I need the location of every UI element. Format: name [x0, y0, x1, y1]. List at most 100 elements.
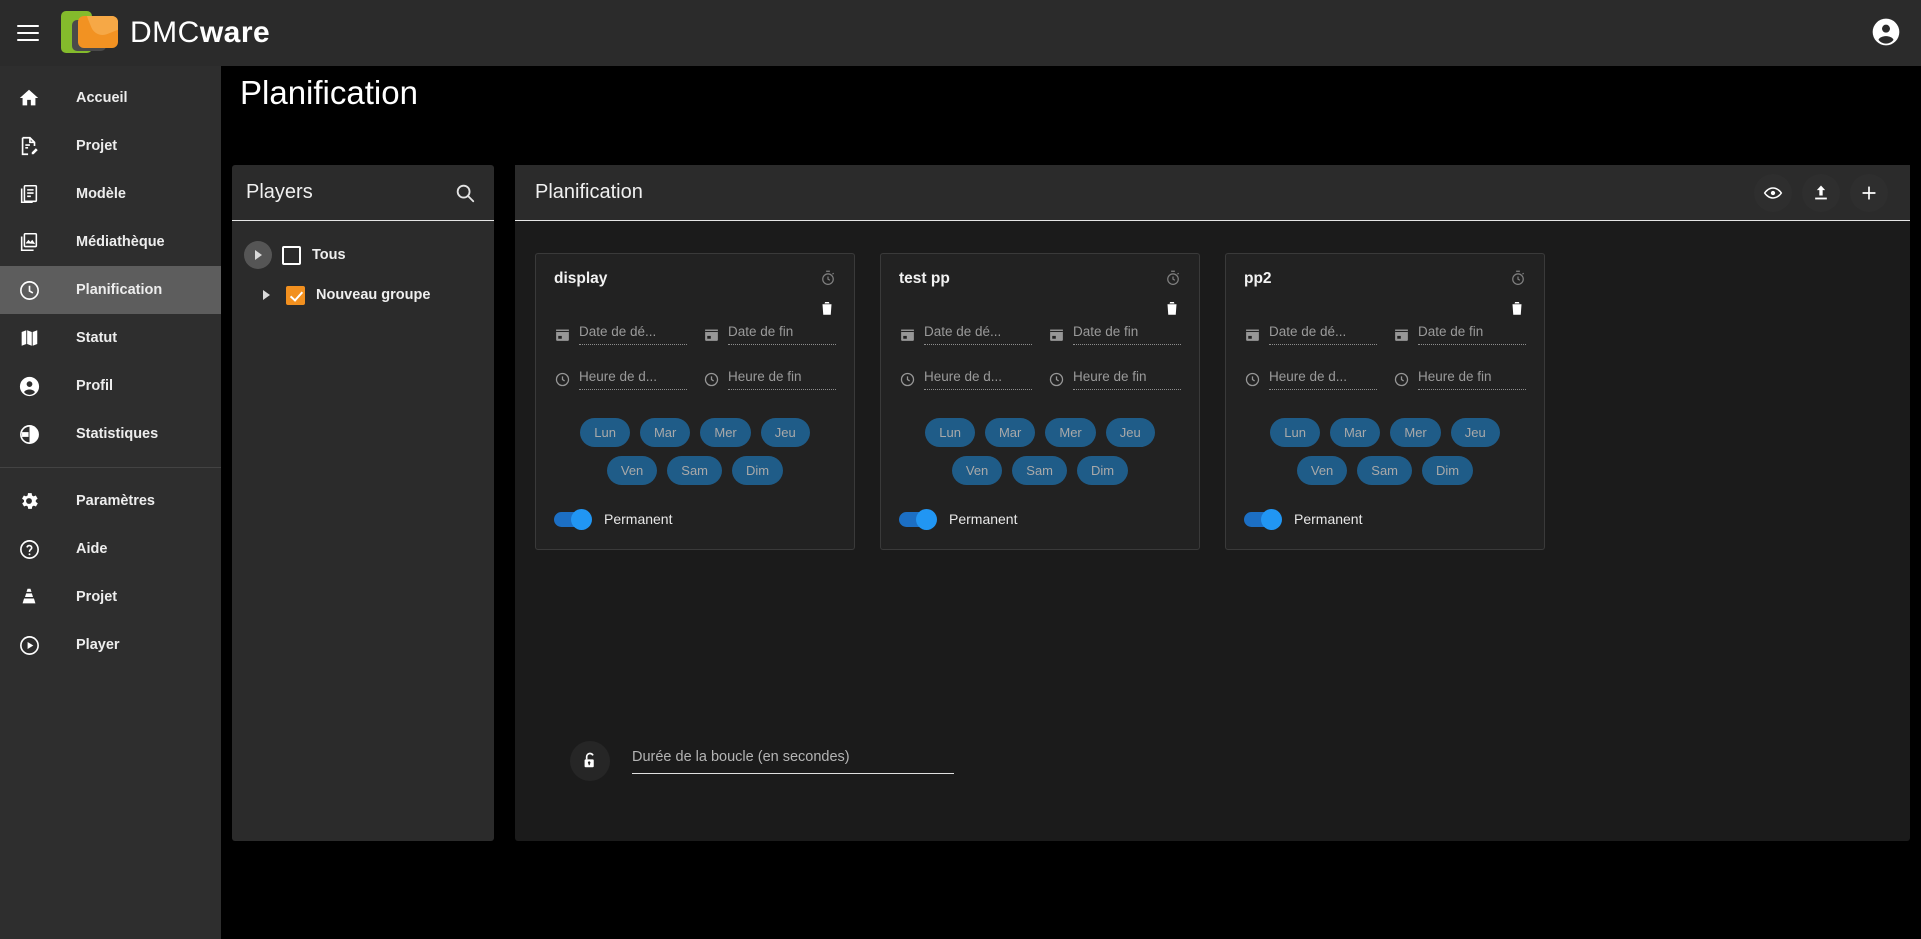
logo-prefix: DMC — [130, 16, 200, 49]
end-date-input[interactable]: Date de fin — [728, 324, 836, 345]
end-time-input[interactable]: Heure de fin — [1073, 369, 1181, 390]
lock-toggle-button[interactable] — [570, 741, 610, 781]
permanent-toggle[interactable] — [899, 508, 937, 530]
start-time-field[interactable]: Heure de d... — [1244, 369, 1377, 390]
permanent-toggle[interactable] — [1244, 508, 1282, 530]
start-time-field[interactable]: Heure de d... — [899, 369, 1032, 390]
delete-button[interactable] — [818, 299, 836, 317]
sidebar-item-aide[interactable]: Aide — [0, 525, 221, 573]
end-date-input[interactable]: Date de fin — [1418, 324, 1526, 345]
account-circle-icon[interactable] — [1870, 16, 1902, 48]
day-chip[interactable]: Ven — [951, 456, 1003, 485]
schedule-card: pp2 Date de dé... Date de fin Heure de d… — [1225, 253, 1545, 550]
day-chip-group: Lun Mar Mer Jeu Ven Sam Dim — [554, 418, 836, 485]
expand-arrow-icon[interactable] — [256, 281, 276, 309]
day-chip[interactable]: Mar — [639, 418, 691, 447]
sidebar-label: Accueil — [76, 90, 128, 106]
expand-arrow-icon[interactable] — [244, 241, 272, 269]
sidebar-item-profil[interactable]: Profil — [0, 362, 221, 410]
day-chip[interactable]: Dim — [1422, 456, 1474, 485]
start-date-field[interactable]: Date de dé... — [1244, 324, 1377, 345]
end-time-field[interactable]: Heure de fin — [1393, 369, 1526, 390]
start-time-input[interactable]: Heure de d... — [579, 369, 687, 390]
checkbox-nouveau-groupe[interactable] — [286, 285, 305, 305]
start-date-input[interactable]: Date de dé... — [579, 324, 687, 345]
start-date-field[interactable]: Date de dé... — [899, 324, 1032, 345]
players-panel: Players Tous Nouveau groupe — [232, 165, 494, 841]
start-date-input[interactable]: Date de dé... — [1269, 324, 1377, 345]
tree-item-label: Nouveau groupe — [316, 287, 431, 303]
planification-toolbar — [1754, 173, 1888, 212]
day-chip[interactable]: Lun — [925, 418, 975, 447]
sidebar-item-accueil[interactable]: Accueil — [0, 74, 221, 122]
tree-item-label: Tous — [312, 247, 346, 263]
day-chip[interactable]: Ven — [606, 456, 658, 485]
day-chip[interactable]: Mar — [1329, 418, 1381, 447]
day-chip[interactable]: Sam — [667, 456, 723, 485]
sidebar-item-statistiques[interactable]: Statistiques — [0, 410, 221, 458]
day-chip[interactable]: Mer — [1045, 418, 1096, 447]
end-date-field[interactable]: Date de fin — [703, 324, 836, 345]
lock-open-icon — [584, 752, 594, 768]
sidebar-item-modele[interactable]: Modèle — [0, 170, 221, 218]
checkbox-tous[interactable] — [282, 245, 301, 265]
sidebar-item-mediatheque[interactable]: Médiathèque — [0, 218, 221, 266]
hamburger-menu-icon[interactable] — [17, 25, 39, 41]
page-title: Planification — [240, 74, 418, 111]
day-chip[interactable]: Mer — [1390, 418, 1441, 447]
delete-button[interactable] — [1508, 299, 1526, 317]
day-chip[interactable]: Dim — [732, 456, 784, 485]
end-date-field[interactable]: Date de fin — [1048, 324, 1181, 345]
start-date-field[interactable]: Date de dé... — [554, 324, 687, 345]
end-time-input[interactable]: Heure de fin — [728, 369, 836, 390]
loop-duration-row: Durée de la boucle (en secondes) — [570, 741, 954, 781]
stopwatch-icon — [822, 270, 835, 285]
day-chip[interactable]: Mar — [984, 418, 1036, 447]
start-time-input[interactable]: Heure de d... — [1269, 369, 1377, 390]
loop-duration-input[interactable]: Durée de la boucle (en secondes) — [632, 749, 954, 774]
account-circle-icon — [14, 371, 44, 401]
day-chip[interactable]: Mer — [700, 418, 751, 447]
search-icon[interactable] — [454, 182, 476, 204]
sidebar-item-player[interactable]: Player — [0, 621, 221, 669]
sidebar-item-planification[interactable]: Planification — [0, 266, 221, 314]
end-date-input[interactable]: Date de fin — [1073, 324, 1181, 345]
time-field-row: Heure de d... Heure de fin — [899, 369, 1181, 390]
sidebar-item-statut[interactable]: Statut — [0, 314, 221, 362]
end-time-field[interactable]: Heure de fin — [1048, 369, 1181, 390]
add-button[interactable] — [1850, 173, 1888, 212]
day-chip[interactable]: Jeu — [760, 418, 810, 447]
players-tree: Tous Nouveau groupe — [232, 221, 494, 315]
top-bar: DMCware — [0, 0, 1921, 66]
tree-item-tous[interactable]: Tous — [232, 235, 494, 275]
day-chip[interactable]: Dim — [1077, 456, 1129, 485]
calendar-icon — [1395, 329, 1408, 341]
publish-button[interactable] — [1802, 173, 1840, 212]
end-time-input[interactable]: Heure de fin — [1418, 369, 1526, 390]
day-chip[interactable]: Lun — [1270, 418, 1320, 447]
end-time-field[interactable]: Heure de fin — [703, 369, 836, 390]
start-time-field[interactable]: Heure de d... — [554, 369, 687, 390]
dmcware-logo-mark — [61, 10, 119, 56]
sidebar-item-projet-vlc[interactable]: Projet — [0, 573, 221, 621]
delete-button[interactable] — [1163, 299, 1181, 317]
start-date-input[interactable]: Date de dé... — [924, 324, 1032, 345]
schedule-card-title: pp2 — [1244, 270, 1272, 287]
schedule-card: test pp Date de dé... Date de fin Heure … — [880, 253, 1200, 550]
start-time-input[interactable]: Heure de d... — [924, 369, 1032, 390]
day-chip[interactable]: Jeu — [1450, 418, 1500, 447]
end-date-field[interactable]: Date de fin — [1393, 324, 1526, 345]
schedule-card-title: display — [554, 270, 608, 287]
sidebar-item-parametres[interactable]: Paramètres — [0, 477, 221, 525]
sidebar-item-projet[interactable]: Projet — [0, 122, 221, 170]
day-chip[interactable]: Sam — [1357, 456, 1413, 485]
day-chip[interactable]: Jeu — [1105, 418, 1155, 447]
preview-button[interactable] — [1754, 173, 1792, 212]
tree-item-nouveau-groupe[interactable]: Nouveau groupe — [232, 275, 494, 315]
permanent-toggle[interactable] — [554, 508, 592, 530]
day-chip[interactable]: Sam — [1012, 456, 1068, 485]
stopwatch-icon — [1512, 270, 1525, 285]
schedule-card: display Date de dé... Date de fin Heure … — [535, 253, 855, 550]
day-chip[interactable]: Ven — [1296, 456, 1348, 485]
day-chip[interactable]: Lun — [580, 418, 630, 447]
